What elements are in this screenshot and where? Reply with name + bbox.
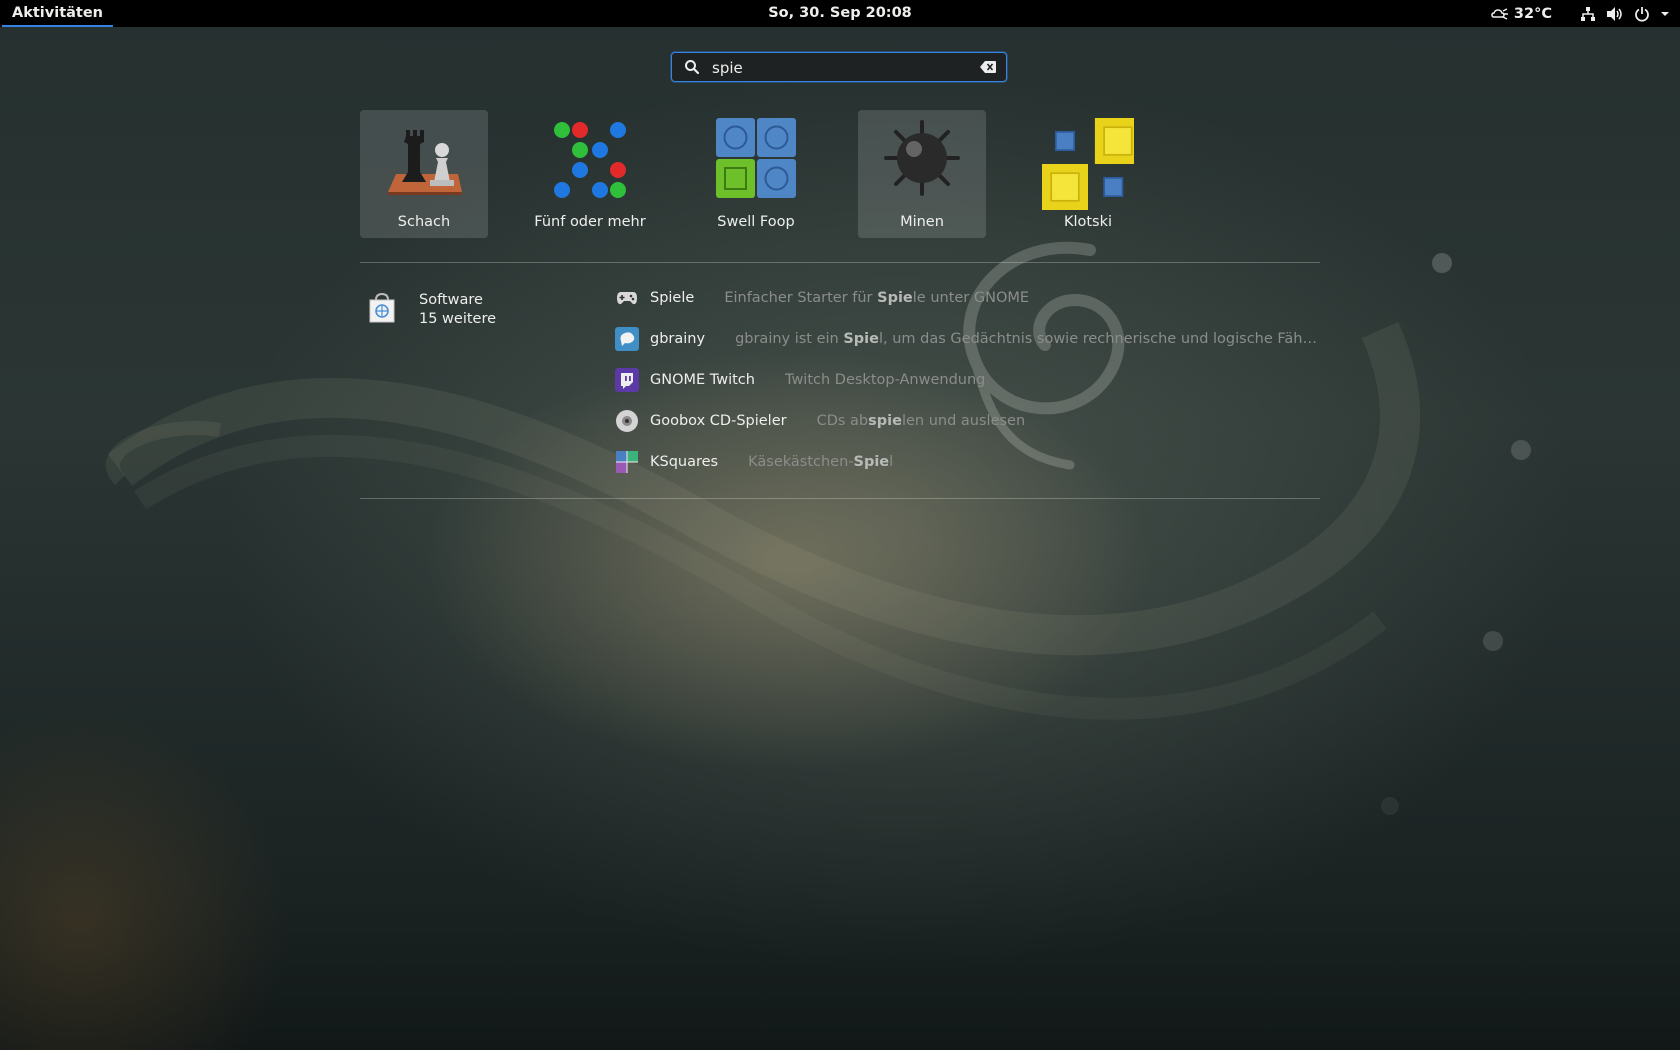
top-bar: Aktivitäten So, 30. Sep 20:08 32°C (0, 0, 1680, 27)
result-description: Käsekästchen-Spiel (748, 454, 894, 470)
gamepad-icon (614, 285, 640, 311)
network-icon[interactable] (1580, 6, 1596, 22)
result-item-gnome-twitch[interactable]: GNOME Twitch Twitch Desktop-Anwendung (614, 364, 1334, 396)
result-name: Goobox CD-Spieler (650, 413, 787, 429)
app-label: Swell Foop (717, 214, 795, 230)
temperature: 32°C (1513, 5, 1552, 22)
klotski-icon (1042, 118, 1134, 210)
provider-name: Software (419, 292, 483, 308)
result-description: Einfacher Starter für Spiele unter GNOME (724, 290, 1030, 306)
software-icon (369, 292, 395, 323)
app-label: Klotski (1063, 214, 1113, 230)
menu-arrow-icon[interactable] (1660, 10, 1670, 18)
result-item-goobox[interactable]: Goobox CD-Spieler CDs abspielen und ausl… (614, 405, 1334, 437)
result-name: Spiele (650, 290, 695, 306)
app-tile-five-or-more[interactable]: Fünf oder mehr (526, 110, 654, 238)
volume-icon[interactable] (1606, 6, 1624, 22)
clock[interactable]: So, 30. Sep 20:08 (0, 0, 1680, 27)
wallpaper (105, 241, 1531, 815)
app-tile-schach[interactable]: Schach (360, 110, 488, 238)
chess-icon (388, 130, 462, 195)
result-item-ksquares[interactable]: KSquares Käsekästchen-Spiel (614, 446, 1334, 478)
brain-icon (614, 326, 640, 352)
result-name: GNOME Twitch (650, 372, 755, 388)
swell-foop-icon (716, 118, 796, 198)
app-label: Minen (900, 214, 944, 230)
app-tile-klotski[interactable]: Klotski (1024, 110, 1152, 238)
search-box[interactable] (671, 52, 1007, 82)
weather-indicator[interactable]: 32°C (1491, 6, 1552, 22)
result-description: gbrainy ist ein Spiel, um das Gedächtnis… (735, 331, 1320, 347)
provider-count: 15 weitere (419, 311, 497, 327)
app-tile-minen[interactable]: Minen (858, 110, 986, 238)
result-item-spiele[interactable]: Spiele Einfacher Starter für Spiele unte… (614, 282, 1334, 314)
divider (360, 262, 1320, 263)
search-icon (685, 60, 700, 75)
clear-icon[interactable] (980, 61, 996, 73)
twitch-icon (614, 367, 640, 393)
mines-icon (884, 120, 960, 196)
divider (360, 498, 1320, 499)
result-description: Twitch Desktop-Anwendung (784, 372, 986, 388)
result-name: gbrainy (650, 331, 706, 347)
app-tile-swell-foop[interactable]: Swell Foop (692, 110, 820, 238)
five-or-more-icon (554, 122, 626, 198)
search-input[interactable] (710, 57, 964, 79)
result-description: CDs abspielen und auslesen (816, 413, 1026, 429)
result-item-gbrainy[interactable]: gbrainy gbrainy ist ein Spiel, um das Ge… (614, 323, 1334, 355)
app-label: Fünf oder mehr (534, 214, 646, 230)
ksquares-icon (614, 449, 640, 475)
system-tray[interactable]: 32°C (1491, 0, 1670, 27)
provider-software[interactable]: Software 15 weitere (368, 292, 518, 332)
weather-icon (1491, 7, 1508, 20)
result-name: KSquares (650, 454, 719, 470)
cd-icon (614, 408, 640, 434)
app-label: Schach (397, 214, 451, 230)
power-icon[interactable] (1634, 6, 1650, 22)
